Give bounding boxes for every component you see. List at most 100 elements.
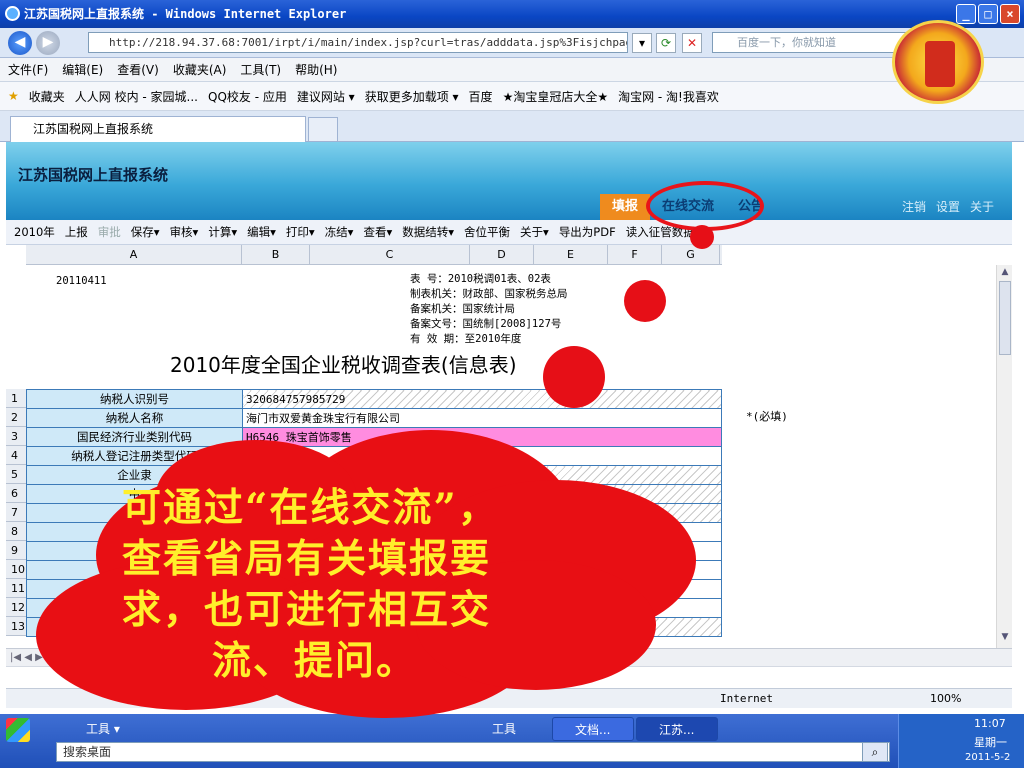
favorite-item[interactable]: 建议网站 ▾ — [297, 88, 355, 105]
row-number[interactable]: 10 — [6, 560, 26, 579]
clock-day: 星期一 — [974, 736, 1007, 749]
print-button[interactable]: 打印▾ — [286, 224, 315, 240]
meta-line: 有 效 期：至2010年度 — [410, 333, 522, 345]
column-header[interactable]: A — [26, 245, 242, 264]
row-number[interactable]: 5 — [6, 465, 26, 484]
row-number[interactable]: 13 — [6, 617, 26, 636]
favorite-item[interactable]: ★淘宝皇冠店大全★ — [503, 88, 609, 105]
about-link[interactable]: 关于 — [970, 198, 994, 215]
annotation-dot — [690, 225, 714, 249]
forward-button[interactable]: ▶ — [36, 31, 60, 55]
calculate-button[interactable]: 计算▾ — [208, 224, 237, 240]
export-pdf-button[interactable]: 导出为PDF — [559, 224, 616, 240]
ie-icon — [5, 6, 20, 21]
taskbar-item[interactable]: 工具 ▾ — [64, 717, 120, 741]
window-title: 江苏国税网上直报系统 - Windows Internet Explorer — [24, 7, 347, 21]
meta-line: 表 号：2010税调01表、02表 — [410, 273, 551, 285]
system-header: 江苏国税网上直报系统 填报 在线交流 公告 注销 设置 关于 — [6, 142, 1012, 220]
row-number[interactable]: 8 — [6, 522, 26, 541]
meta-line: 备案文号：国统制[2008]127号 — [410, 318, 562, 330]
tab-fill-report[interactable]: 填报 — [600, 194, 651, 220]
taskbar-item[interactable]: 文档... — [552, 717, 634, 741]
stop-icon[interactable]: ✕ — [682, 33, 702, 53]
edit-button[interactable]: 编辑▾ — [247, 224, 276, 240]
back-button[interactable]: ◀ — [8, 31, 32, 55]
audit-button[interactable]: 审核▾ — [170, 224, 199, 240]
taskbar-item[interactable]: 工具 — [470, 717, 516, 741]
row-number[interactable]: 7 — [6, 503, 26, 522]
zoom-level[interactable]: 100% — [930, 689, 961, 709]
row-label: 纳税人识别号 — [26, 389, 243, 409]
rounding-button[interactable]: 舍位平衡 — [464, 224, 510, 240]
row-number[interactable]: 11 — [6, 579, 26, 598]
row-number[interactable]: 1 — [6, 389, 26, 408]
scroll-thumb[interactable] — [999, 281, 1011, 355]
favorite-item[interactable]: 百度 — [469, 88, 493, 105]
save-button[interactable]: 保存▾ — [131, 224, 160, 240]
refresh-icon[interactable]: ⟳ — [656, 33, 676, 53]
browser-tab[interactable]: 江苏国税网上直报系统 — [10, 116, 306, 142]
about-menu-button[interactable]: 关于▾ — [520, 224, 549, 240]
carry-over-button[interactable]: 数据结转▾ — [402, 224, 454, 240]
vertical-scrollbar[interactable]: ▲ ▼ — [996, 265, 1012, 648]
scroll-up-icon[interactable]: ▲ — [998, 267, 1012, 281]
search-icon[interactable]: ⌕ — [862, 742, 888, 762]
favorite-item[interactable]: 人人网 校内 - 家园城... — [75, 88, 198, 105]
menu-help[interactable]: 帮助(H) — [295, 61, 337, 78]
minimize-button[interactable]: _ — [956, 4, 976, 24]
report-toolbar: 2010年 上报 审批 保存▾ 审核▾ 计算▾ 编辑▾ 打印▾ 冻结▾ 查看▾ … — [6, 220, 1012, 245]
compat-view-icon[interactable]: ▾ — [632, 33, 652, 53]
row-number[interactable]: 6 — [6, 484, 26, 503]
approve-button[interactable]: 审批 — [98, 224, 121, 240]
favorite-item[interactable]: 淘宝网 - 淘!我喜欢 — [618, 88, 719, 105]
favorites-star-icon: ★ — [8, 89, 19, 103]
annotation-line: 查看省局有关填报要 — [122, 536, 492, 582]
row-number[interactable]: 2 — [6, 408, 26, 427]
column-header[interactable]: C — [310, 245, 470, 264]
annotation-line: 可通过“在线交流”， — [122, 485, 499, 531]
freeze-button[interactable]: 冻结▾ — [325, 224, 354, 240]
menu-file[interactable]: 文件(F) — [8, 61, 48, 78]
annotation-text: 可通过“在线交流”， 查看省局有关填报要 求，也可进行相互交 流、提问。 — [122, 483, 562, 687]
desktop-search-input[interactable]: 搜索桌面 — [56, 742, 890, 762]
doc-id: 20110411 — [56, 275, 107, 287]
settings-link[interactable]: 设置 — [936, 198, 960, 215]
column-header[interactable]: B — [242, 245, 310, 264]
row-number[interactable]: 9 — [6, 541, 26, 560]
menu-edit[interactable]: 编辑(E) — [62, 61, 103, 78]
column-headers: A B C D E F G — [26, 245, 722, 265]
start-button[interactable] — [6, 718, 30, 742]
column-header[interactable]: G — [662, 245, 720, 264]
new-tab-button[interactable] — [308, 117, 338, 141]
maximize-button[interactable]: □ — [978, 4, 998, 24]
menu-tools[interactable]: 工具(T) — [240, 61, 281, 78]
row-number[interactable]: 3 — [6, 427, 26, 446]
scroll-down-icon[interactable]: ▼ — [998, 632, 1012, 646]
system-tray: 11:07 星期一 2011-5-2 — [898, 714, 1024, 768]
clock-time: 11:07 — [974, 717, 1006, 730]
tab-label: 江苏国税网上直报系统 — [33, 122, 154, 136]
close-button[interactable]: × — [1000, 4, 1020, 24]
favorite-item[interactable]: QQ校友 - 应用 — [208, 88, 287, 105]
address-input[interactable]: http://218.94.37.68:7001/irpt/i/main/ind… — [88, 32, 628, 53]
row-numbers: 1 2 3 4 5 6 7 8 9 10 11 12 13 — [6, 389, 26, 636]
row-value[interactable]: 320684757985729 — [242, 389, 722, 409]
row-number[interactable]: 4 — [6, 446, 26, 465]
year-button[interactable]: 2010年 — [14, 224, 55, 240]
taskbar-item[interactable]: 江苏... — [636, 717, 718, 741]
annotation-line: 求，也可进行相互交 — [122, 587, 492, 633]
column-header[interactable]: D — [470, 245, 534, 264]
favorite-item[interactable]: 获取更多加载项 ▾ — [365, 88, 459, 105]
view-button[interactable]: 查看▾ — [363, 224, 392, 240]
required-note: *(必填) — [746, 410, 788, 423]
menu-favorites[interactable]: 收藏夹(A) — [173, 61, 227, 78]
row-number[interactable]: 12 — [6, 598, 26, 617]
logout-link[interactable]: 注销 — [902, 198, 926, 215]
column-header[interactable]: F — [608, 245, 662, 264]
menu-view[interactable]: 查看(V) — [117, 61, 159, 78]
column-header[interactable]: E — [534, 245, 608, 264]
submit-button[interactable]: 上报 — [65, 224, 88, 240]
favorites-button[interactable]: 收藏夹 — [29, 88, 65, 105]
meta-line: 制表机关：财政部、国家税务总局 — [410, 288, 568, 300]
table-row: 纳税人识别号 320684757985729 — [26, 389, 722, 409]
